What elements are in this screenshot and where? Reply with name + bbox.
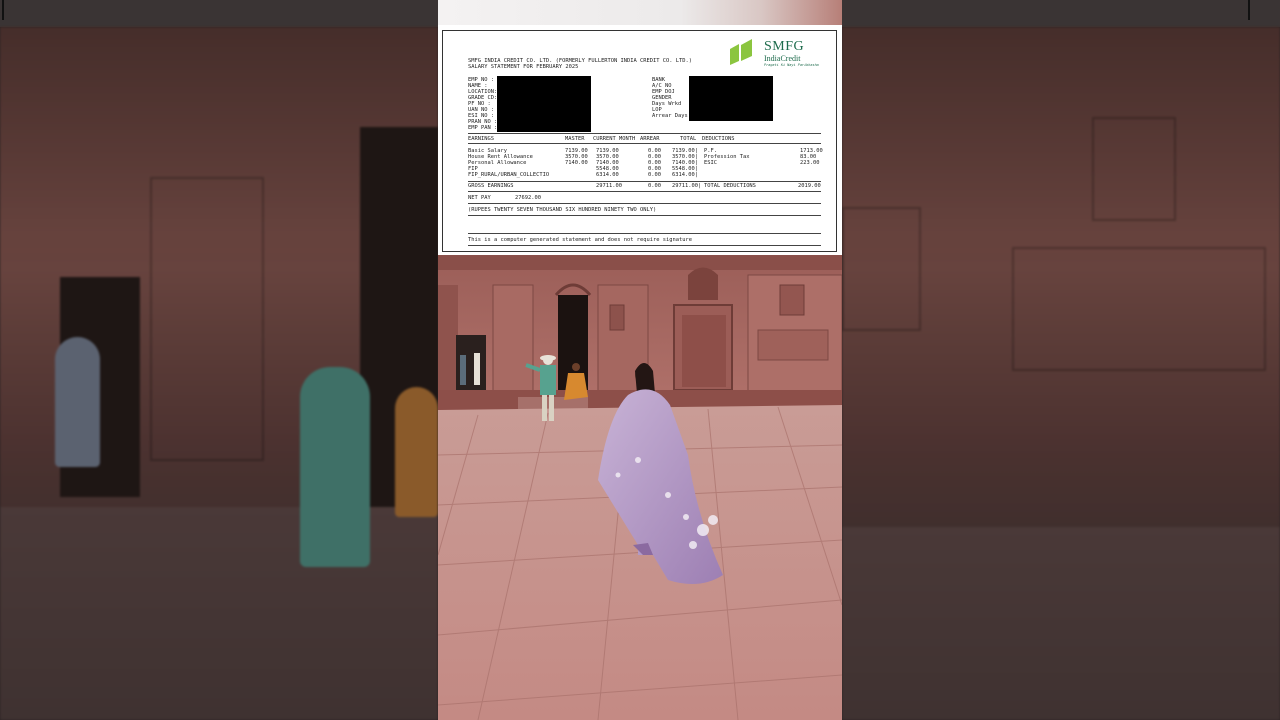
divider (468, 133, 821, 134)
table-cell: 0.00 (648, 172, 661, 178)
col-header: TOTAL (680, 136, 697, 142)
divider (468, 203, 821, 204)
salary-statement: SMFG INDIA CREDIT CO. LTD. (FORMERLY FUL… (442, 30, 837, 252)
net-pay-row: NET PAY 27692.00 (468, 195, 821, 201)
gross-current: 29711.00 (596, 183, 622, 189)
net-pay-label: NET PAY (468, 195, 491, 201)
courtyard-scene (438, 255, 842, 720)
strip-line (1248, 0, 1250, 20)
table-cell: FIP_RURAL/URBAN_COLLECTIO (468, 172, 550, 178)
field-label: Arrear Days (652, 113, 688, 119)
employee-fields: EMP NO : NAME : LOCATION: GRADE CD: PF N… (468, 77, 497, 131)
courtyard-photo (438, 255, 842, 720)
smfg-leaf-icon (730, 39, 752, 65)
redaction-box (497, 76, 591, 132)
field-label: EMP PAN : (468, 125, 498, 131)
gross-total: 29711.00| (672, 183, 702, 189)
table-header-row: EARNINGS MASTER CURRENT MONTH ARREAR TOT… (468, 136, 821, 142)
statement-title: SALARY STATEMENT FOR FEBRUARY 2025 (468, 64, 579, 70)
divider (468, 143, 821, 144)
col-header: ARREAR (640, 136, 660, 142)
col-header: MASTER (565, 136, 585, 142)
table-cell: 6314.00 (596, 172, 619, 178)
table-cell: 6314.00| (672, 172, 698, 178)
logo-brand-sub: IndiaCredit (764, 54, 801, 63)
gross-row: GROSS EARNINGS 29711.00 0.00 29711.00| T… (468, 183, 821, 189)
logo-tagline: Pragati Ki Nayi Paribhasha (764, 63, 819, 67)
divider (468, 181, 821, 182)
center-column: SMFG INDIA CREDIT CO. LTD. (FORMERLY FUL… (438, 0, 842, 720)
col-header: CURRENT MONTH (593, 136, 636, 142)
divider (468, 233, 821, 234)
gross-arrear: 0.00 (648, 183, 661, 189)
divider (468, 191, 821, 192)
gross-label: GROSS EARNINGS (468, 183, 514, 189)
divider (468, 245, 821, 246)
col-header: EARNINGS (468, 136, 494, 142)
col-header: DEDUCTIONS (702, 136, 735, 142)
top-photo-strip (438, 0, 842, 25)
total-deductions-amount: 2019.00 (798, 183, 821, 189)
right-blurred-backdrop (842, 27, 1280, 720)
strip-line (2, 0, 4, 20)
amount-in-words: (RUPEES TWENTY SEVEN THOUSAND SIX HUNDRE… (468, 207, 657, 213)
left-blurred-backdrop (0, 27, 438, 720)
redaction-box (689, 76, 773, 121)
footer-note: This is a computer generated statement a… (468, 237, 692, 243)
net-pay-value: 27692.00 (515, 195, 541, 201)
divider (468, 215, 821, 216)
statement-header: SMFG INDIA CREDIT CO. LTD. (FORMERLY FUL… (468, 58, 692, 70)
logo-brand: SMFG (764, 39, 805, 54)
table-row: FIP_RURAL/URBAN_COLLECTIO 6314.00 0.00 6314… (468, 172, 821, 178)
bank-fields: BANK A/C NO EMP DOJ GENDER Days Wrkd LOP… (652, 77, 688, 119)
total-deductions-label: TOTAL DEDUCTIONS (704, 183, 756, 189)
smfg-logo: SMFG IndiaCredit Pragati Ki Nayi Paribha… (730, 37, 830, 69)
